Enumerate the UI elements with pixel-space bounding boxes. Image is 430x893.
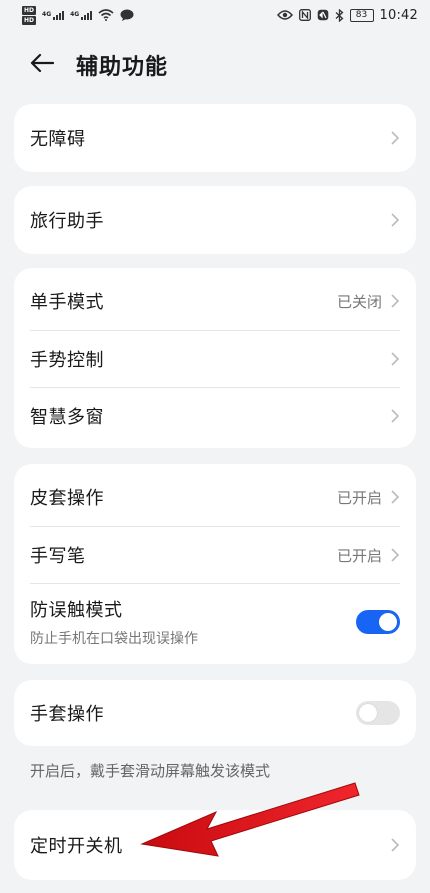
row-status-value: 已开启 <box>336 546 382 565</box>
settings-row-one-hand-mode[interactable]: 单手模式 已关闭 <box>14 272 416 330</box>
status-bar-right: 83 10:42 <box>276 7 418 23</box>
hd-badge: HD <box>22 5 37 15</box>
wifi-icon <box>98 9 114 21</box>
settings-row-accessibility[interactable]: 无障碍 <box>14 104 416 172</box>
row-label: 防误触模式 <box>30 600 123 621</box>
row-text-group: 防误触模式 防止手机在口袋出现误操作 <box>30 596 356 648</box>
clock: 10:42 <box>379 7 418 23</box>
row-label: 定时开关机 <box>30 836 123 857</box>
row-label: 无障碍 <box>30 129 86 150</box>
row-label: 皮套操作 <box>30 488 104 509</box>
settings-row-pocket-mode: 防误触模式 防止手机在口袋出现误操作 <box>14 584 416 660</box>
accessibility-card: 无障碍 <box>14 104 416 172</box>
chevron-right-icon <box>390 293 400 309</box>
glove-card: 手套操作 <box>14 680 416 746</box>
page-title: 辅助功能 <box>76 55 169 80</box>
settings-row-cover-operation[interactable]: 皮套操作 已开启 <box>14 468 416 526</box>
chevron-right-icon <box>390 837 400 853</box>
network-type-label: 4G <box>70 10 80 18</box>
row-status-value: 已开启 <box>336 488 382 507</box>
row-label: 手势控制 <box>30 350 104 371</box>
signal-icon: 4G <box>42 10 65 20</box>
battery-indicator: 83 <box>349 8 374 22</box>
chevron-right-icon <box>390 408 400 424</box>
row-label: 旅行助手 <box>30 211 104 232</box>
chevron-right-icon <box>390 130 400 146</box>
schedule-card: 定时开关机 <box>14 810 416 880</box>
hd-badge: HD <box>22 15 37 25</box>
row-label: 手写笔 <box>30 546 86 567</box>
pocket-mode-toggle[interactable] <box>356 610 400 634</box>
chevron-right-icon <box>390 351 400 367</box>
toggle-knob <box>359 704 377 722</box>
chevron-right-icon <box>390 212 400 228</box>
network-type-label: 4G <box>42 10 52 18</box>
settings-row-gesture-control[interactable]: 手势控制 <box>14 331 416 387</box>
nfc-icon <box>298 9 311 21</box>
bluetooth-icon <box>335 8 344 22</box>
accessibility-settings-screen: HD HD 4G 4G 83 10:42 辅助功能 无障碍 旅行助手 单手模式 … <box>0 0 430 893</box>
device-card: 皮套操作 已开启 手写笔 已开启 防误触模式 防止手机在口袋出现误操作 <box>14 464 416 664</box>
settings-row-travel-assistant[interactable]: 旅行助手 <box>14 186 416 254</box>
settings-row-smart-multi-window[interactable]: 智慧多窗 <box>14 388 416 444</box>
interaction-card: 单手模式 已关闭 手势控制 智慧多窗 <box>14 268 416 448</box>
row-status-value: 已关闭 <box>336 292 382 311</box>
settings-row-scheduled-power[interactable]: 定时开关机 <box>14 810 416 880</box>
status-bar-left: HD HD 4G 4G <box>22 5 134 25</box>
glove-mode-toggle[interactable] <box>356 701 400 725</box>
row-label: 手套操作 <box>30 704 104 725</box>
toggle-knob <box>379 613 397 631</box>
row-description: 防止手机在口袋出现误操作 <box>30 631 198 647</box>
signal-icon: 4G <box>70 10 93 20</box>
mute-icon <box>317 9 329 21</box>
chevron-right-icon <box>390 547 400 563</box>
hd-badges: HD HD <box>22 5 37 25</box>
row-label: 单手模式 <box>30 292 104 313</box>
row-label: 智慧多窗 <box>30 407 104 428</box>
back-button[interactable] <box>20 43 64 87</box>
message-icon <box>120 9 134 21</box>
settings-row-glove-operation: 手套操作 <box>14 680 416 746</box>
glove-mode-description: 开启后，戴手套滑动屏幕触发该模式 <box>30 762 271 780</box>
chevron-right-icon <box>390 489 400 505</box>
travel-card: 旅行助手 <box>14 186 416 254</box>
back-arrow-icon <box>30 53 55 77</box>
status-bar: HD HD 4G 4G 83 10:42 <box>0 0 430 30</box>
top-app-bar: 辅助功能 <box>0 40 430 90</box>
eye-icon <box>276 10 293 20</box>
settings-row-stylus[interactable]: 手写笔 已开启 <box>14 527 416 583</box>
